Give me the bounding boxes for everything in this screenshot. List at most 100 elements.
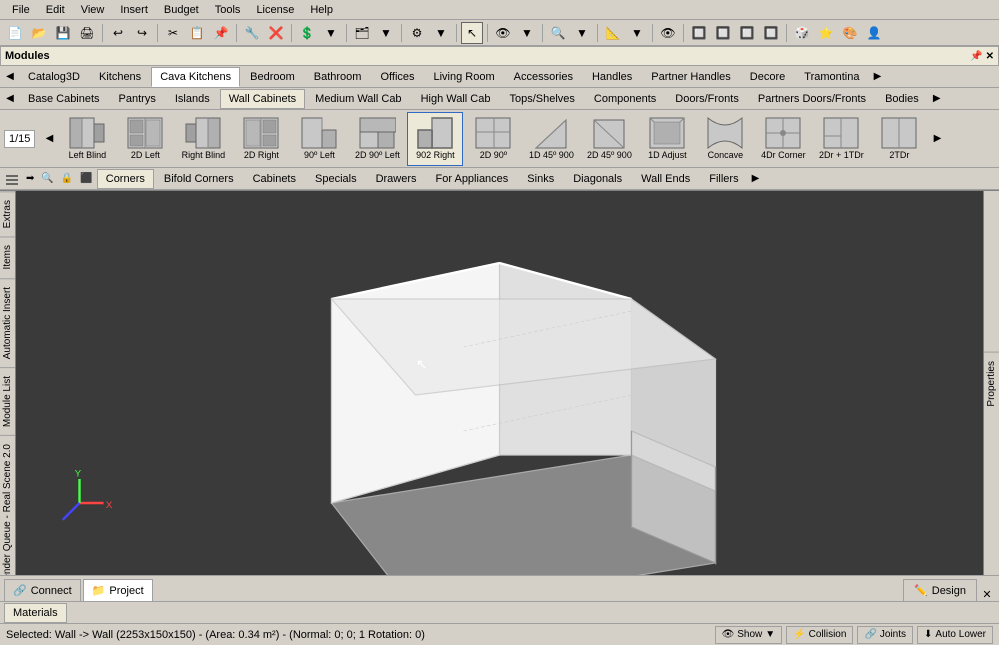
subcat-bodies[interactable]: Bodies (876, 89, 928, 109)
tab-materials[interactable]: Materials (4, 603, 67, 623)
collision-button[interactable]: ⚡ Collision (786, 626, 853, 644)
subcat-medium-wall[interactable]: Medium Wall Cab (306, 89, 410, 109)
tab-catalog3d[interactable]: Catalog3D (19, 67, 89, 87)
tb-r1[interactable]: 🔲 (688, 22, 710, 44)
tab-partner-handles[interactable]: Partner Handles (642, 67, 740, 87)
item-2dr-1tdr[interactable]: 2Dr + 1TDr (813, 112, 869, 166)
filter-appliances[interactable]: For Appliances (427, 169, 518, 189)
tb-rend[interactable]: ⭐ (815, 22, 837, 44)
tb-tool5[interactable]: ⚙ (406, 22, 428, 44)
left-tab-render[interactable]: Render Queue - Real Scene 2.0 (0, 435, 15, 575)
item-2d-90[interactable]: 2D 90º (465, 112, 521, 166)
item-2tdr[interactable]: 2TDr (871, 112, 927, 166)
tb-mat[interactable]: 🎨 (839, 22, 861, 44)
tab-offices[interactable]: Offices (371, 67, 423, 87)
menu-insert[interactable]: Insert (112, 2, 156, 18)
subcat-wall[interactable]: Wall Cabinets (220, 89, 305, 109)
tb-tool1[interactable]: 💲 (296, 22, 318, 44)
tb-open[interactable]: 📂 (28, 22, 50, 44)
tab-kitchens[interactable]: Kitchens (90, 67, 150, 87)
subcat-islands[interactable]: Islands (166, 89, 219, 109)
left-tab-auto-insert[interactable]: Automatic Insert (0, 278, 15, 367)
filter-sinks[interactable]: Sinks (518, 169, 563, 189)
tb-usr[interactable]: 👤 (863, 22, 885, 44)
menu-help[interactable]: Help (302, 2, 341, 18)
menu-view[interactable]: View (73, 2, 113, 18)
tab-bathroom[interactable]: Bathroom (305, 67, 371, 87)
tb-tool4[interactable]: ▼ (375, 22, 397, 44)
filter-bifold[interactable]: Bifold Corners (155, 169, 243, 189)
item-90-right[interactable]: 902 Right (407, 112, 463, 166)
item-90-left[interactable]: 90º Left (291, 112, 347, 166)
tb-cam1[interactable]: 🔧 (241, 22, 263, 44)
item-2d-45-900[interactable]: 2D 45º 900 (581, 112, 637, 166)
tb-tool2[interactable]: ▼ (320, 22, 342, 44)
filter-specials[interactable]: Specials (306, 169, 366, 189)
tab-scroll-left[interactable]: ◀ (2, 67, 18, 87)
menu-license[interactable]: License (248, 2, 302, 18)
tb-view5[interactable]: 📐 (602, 22, 624, 44)
filter-cabinets[interactable]: Cabinets (244, 169, 305, 189)
filter-diagonals[interactable]: Diagonals (564, 169, 631, 189)
menu-file[interactable]: File (4, 2, 38, 18)
item-2d-left[interactable]: 2D Left (117, 112, 173, 166)
tb-redo[interactable]: ↪ (131, 22, 153, 44)
tb-new[interactable]: 📄 (4, 22, 26, 44)
tb-view6[interactable]: ▼ (626, 22, 648, 44)
item-1d-adjust[interactable]: 1D Adjust (639, 112, 695, 166)
tb-tool6[interactable]: ▼ (430, 22, 452, 44)
tab-tramontina[interactable]: Tramontina (795, 67, 868, 87)
tb-view4[interactable]: ▼ (571, 22, 593, 44)
left-tab-module-list[interactable]: Module List (0, 367, 15, 435)
joints-button[interactable]: 🔗 Joints (857, 626, 913, 644)
close-btn[interactable]: ✕ (979, 588, 995, 601)
filter-btn3[interactable]: 🔒 (58, 169, 76, 189)
item-2d-right[interactable]: 2D Right (233, 112, 289, 166)
item-4dr-corner[interactable]: 4Dr Corner (755, 112, 811, 166)
filter-btn2[interactable]: 🔍 (38, 169, 56, 189)
items-next[interactable]: ▶ (929, 112, 945, 166)
subcat-pantrys[interactable]: Pantrys (110, 89, 165, 109)
tab-decore[interactable]: Decore (741, 67, 794, 87)
filter-corners[interactable]: Corners (97, 169, 154, 189)
subcat-scroll-right[interactable]: ▶ (929, 89, 945, 109)
tb-3d[interactable]: 🎲 (791, 22, 813, 44)
tb-view3[interactable]: 🔍 (547, 22, 569, 44)
tb-undo[interactable]: ↩ (107, 22, 129, 44)
left-tab-items[interactable]: Items (0, 236, 15, 277)
tab-accessories[interactable]: Accessories (505, 67, 582, 87)
filter-fillers[interactable]: Fillers (700, 169, 747, 189)
menu-edit[interactable]: Edit (38, 2, 73, 18)
tab-connect[interactable]: 🔗 Connect (4, 579, 81, 601)
tab-cava-kitchens[interactable]: Cava Kitchens (151, 67, 240, 87)
tb-copy[interactable]: 📋 (186, 22, 208, 44)
menu-budget[interactable]: Budget (156, 2, 207, 18)
viewport[interactable]: X Y ↖ (16, 191, 983, 575)
item-2d-90-left[interactable]: 2D 90º Left (349, 112, 405, 166)
tb-save[interactable]: 💾 (52, 22, 74, 44)
filter-wall-ends[interactable]: Wall Ends (632, 169, 699, 189)
subcat-doors[interactable]: Doors/Fronts (666, 89, 748, 109)
tb-r4[interactable]: 🔲 (760, 22, 782, 44)
tb-cut[interactable]: ✂ (162, 22, 184, 44)
tb-r3[interactable]: 🔲 (736, 22, 758, 44)
tab-scroll-right[interactable]: ▶ (870, 67, 886, 87)
items-prev[interactable]: ◀ (41, 112, 57, 166)
subcat-components[interactable]: Components (585, 89, 665, 109)
tb-view2[interactable]: ▼ (516, 22, 538, 44)
tb-cam2[interactable]: ❌ (265, 22, 287, 44)
subcat-tops[interactable]: Tops/Shelves (500, 89, 583, 109)
tb-select[interactable]: ↖ (461, 22, 483, 44)
tab-design[interactable]: ✏️ Design (903, 579, 977, 601)
item-right-blind[interactable]: Right Blind (175, 112, 231, 166)
tb-r2[interactable]: 🔲 (712, 22, 734, 44)
item-1d-45-900[interactable]: 1D 45º 900 (523, 112, 579, 166)
tb-print[interactable]: 🖨 (76, 22, 98, 44)
tb-view1[interactable]: 👁 (492, 22, 514, 44)
filter-btn4[interactable]: ⬛ (77, 169, 95, 189)
filter-arrow-btn[interactable]: ➡ (23, 169, 37, 189)
menu-tools[interactable]: Tools (207, 2, 249, 18)
auto-lower-button[interactable]: ⬇ Auto Lower (917, 626, 993, 644)
subcat-scroll-left[interactable]: ◀ (2, 89, 18, 109)
filter-more[interactable]: ▶ (749, 169, 763, 189)
